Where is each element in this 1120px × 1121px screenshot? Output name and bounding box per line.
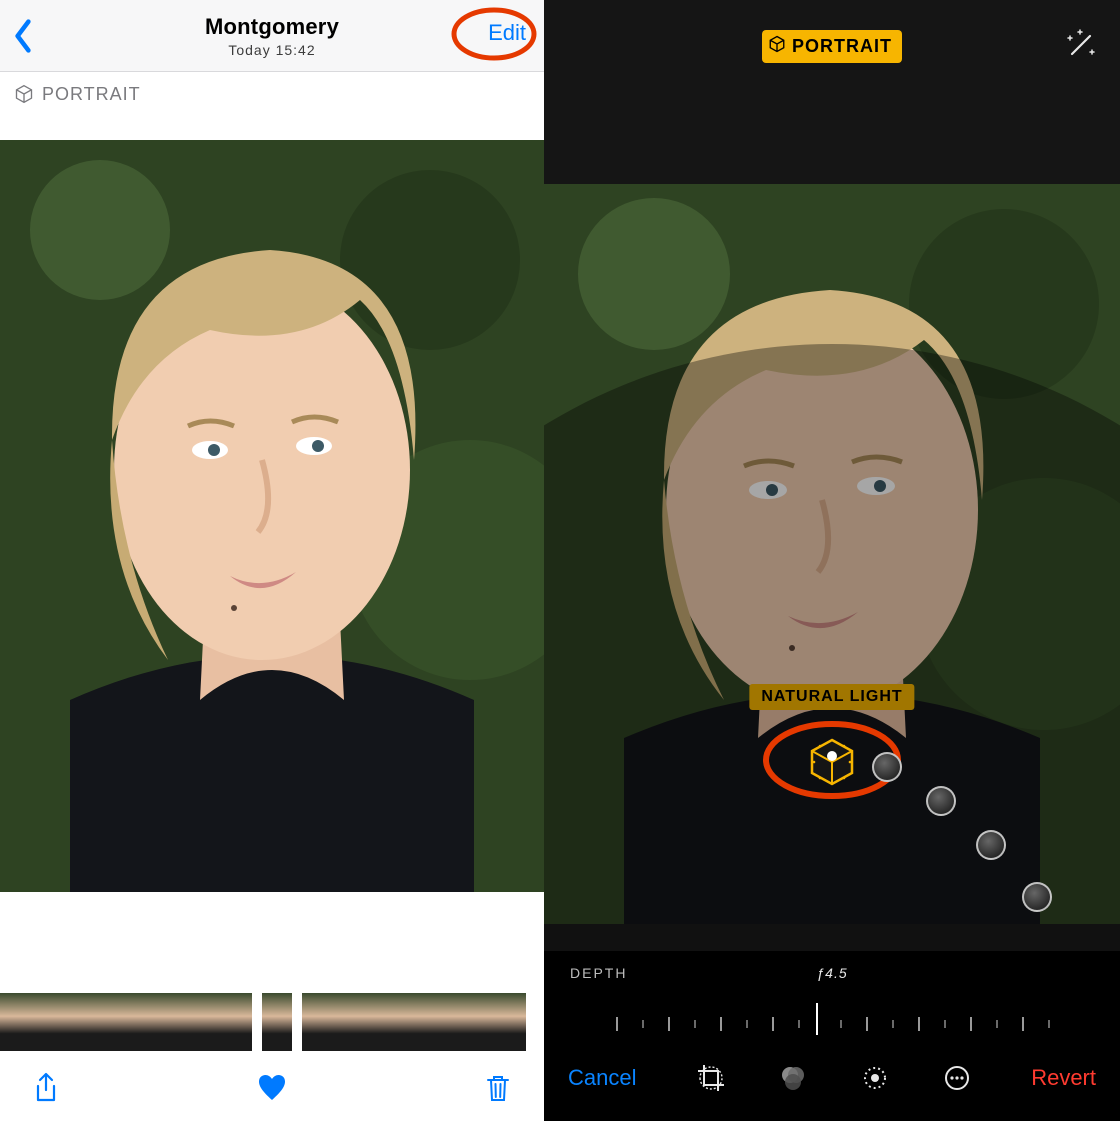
aperture-value: ƒ4.5: [816, 965, 847, 981]
thumbnail[interactable]: [168, 993, 196, 1051]
magic-wand-icon: [1062, 28, 1098, 64]
depth-slider[interactable]: [544, 1001, 1120, 1049]
photo-main[interactable]: [0, 140, 544, 892]
thumbnail[interactable]: [330, 993, 358, 1051]
chevron-left-icon: [12, 18, 34, 54]
trash-icon: [482, 1072, 514, 1104]
share-icon: [30, 1072, 62, 1104]
adjust-button[interactable]: [856, 1059, 894, 1097]
thumbnail[interactable]: [498, 993, 526, 1051]
revert-button[interactable]: Revert: [1031, 1065, 1096, 1091]
thumbnail[interactable]: [28, 993, 56, 1051]
filters-button[interactable]: [774, 1059, 812, 1097]
heart-icon: [256, 1072, 288, 1104]
depth-label: DEPTH: [570, 965, 627, 981]
edit-button[interactable]: Edit: [488, 20, 526, 46]
auto-enhance-button[interactable]: [1062, 28, 1098, 64]
lighting-option-stage[interactable]: [976, 830, 1006, 860]
depth-row: DEPTH ƒ4.5: [544, 965, 1120, 981]
thumbnail[interactable]: [84, 993, 112, 1051]
thumbnail[interactable]: [386, 993, 414, 1051]
photos-viewer-pane: Montgomery Today 15:42 Edit PORTRAIT: [0, 0, 544, 1121]
portrait-badge[interactable]: PORTRAIT: [762, 30, 902, 63]
editor-photo[interactable]: NATURAL LIGHT: [544, 184, 1120, 924]
crop-icon: [696, 1063, 726, 1093]
thumbnail[interactable]: [358, 993, 386, 1051]
photo-illustration: [0, 140, 544, 892]
thumbnail[interactable]: [56, 993, 84, 1051]
photos-header-title-group: Montgomery Today 15:42: [205, 14, 339, 58]
editor-top-bar: PORTRAIT: [544, 0, 1120, 184]
thumbnail[interactable]: [302, 993, 330, 1051]
lighting-option-studio[interactable]: [872, 752, 902, 782]
cube-icon: [14, 84, 34, 104]
share-button[interactable]: [26, 1068, 66, 1108]
thumbnail[interactable]: [140, 993, 168, 1051]
photos-bottom-toolbar: [0, 1055, 544, 1121]
thumbnail[interactable]: [470, 993, 498, 1051]
thumbnail[interactable]: [442, 993, 470, 1051]
back-button[interactable]: [12, 18, 42, 58]
lighting-option-contour[interactable]: [926, 786, 956, 816]
portrait-editor-pane: PORTRAIT: [544, 0, 1120, 1121]
thumbnail[interactable]: [112, 993, 140, 1051]
editor-controls: DEPTH ƒ4.5: [544, 951, 1120, 1121]
portrait-badge-label: PORTRAIT: [792, 36, 892, 57]
album-title: Montgomery: [205, 14, 339, 40]
favorite-button[interactable]: [252, 1068, 292, 1108]
portrait-mode-tag: PORTRAIT: [0, 72, 544, 116]
editor-bottom-toolbar: Cancel Revert: [544, 1049, 1120, 1113]
lighting-option-stage-mono[interactable]: [1022, 882, 1052, 912]
more-icon: [942, 1063, 972, 1093]
portrait-tag-label: PORTRAIT: [42, 84, 141, 105]
thumbnail[interactable]: [0, 993, 28, 1051]
more-button[interactable]: [938, 1059, 976, 1097]
thumbnail-strip[interactable]: [0, 993, 544, 1051]
thumbnail-selected[interactable]: [262, 993, 292, 1051]
photo-illustration: [544, 184, 1120, 924]
filters-icon: [778, 1063, 808, 1093]
photo-timestamp: Today 15:42: [205, 42, 339, 58]
cancel-button[interactable]: Cancel: [568, 1065, 636, 1091]
depth-slider-handle[interactable]: [816, 1003, 818, 1035]
photos-header: Montgomery Today 15:42 Edit: [0, 0, 544, 72]
thumbnail[interactable]: [196, 993, 224, 1051]
lighting-option-natural[interactable]: [800, 730, 864, 794]
cube-icon: [804, 734, 860, 790]
thumbnail[interactable]: [224, 993, 252, 1051]
thumbnail[interactable]: [414, 993, 442, 1051]
adjust-icon: [860, 1063, 890, 1093]
delete-button[interactable]: [478, 1068, 518, 1108]
cube-icon: [768, 35, 786, 58]
crop-button[interactable]: [692, 1059, 730, 1097]
